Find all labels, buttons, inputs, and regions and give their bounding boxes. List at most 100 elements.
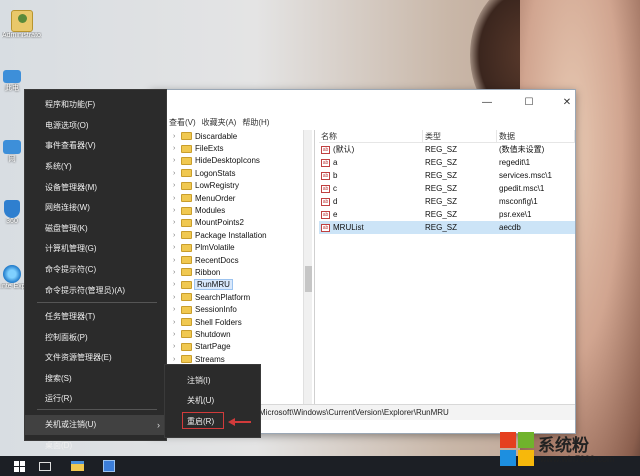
column-header-name[interactable]: 名称 bbox=[319, 130, 423, 142]
registry-values-list[interactable]: 名称 类型 数据 ab (默认) REG_SZ (数值未设置) ab a REG_SZ reg… bbox=[319, 130, 575, 404]
power-menu-item[interactable]: 程序和功能(F) bbox=[25, 95, 168, 115]
chevron-right-icon[interactable]: › bbox=[173, 319, 181, 326]
shut-down-item[interactable]: 关机(U) bbox=[165, 391, 262, 411]
close-button[interactable]: ✕ bbox=[557, 95, 577, 111]
chevron-right-icon[interactable]: › bbox=[173, 195, 181, 202]
menu-separator bbox=[37, 302, 157, 303]
chevron-right-icon[interactable]: › bbox=[173, 306, 181, 313]
power-menu-item[interactable]: 计算机管理(G) bbox=[25, 239, 168, 259]
tree-item[interactable]: › LogonStats bbox=[169, 167, 314, 179]
power-menu-item[interactable]: 系统(Y) bbox=[25, 157, 168, 177]
title-bar[interactable]: — ☐ ✕ bbox=[151, 90, 575, 118]
power-menu-item[interactable]: 控制面板(P) bbox=[25, 328, 168, 348]
value-row[interactable]: ab a REG_SZ regedit\1 bbox=[319, 156, 575, 169]
taskbar-registry-editor[interactable] bbox=[94, 456, 124, 476]
desktop-icon-internet-explorer[interactable]: Inte Exp bbox=[0, 265, 24, 290]
tree-item[interactable]: › SessionInfo bbox=[169, 303, 314, 315]
tree-item[interactable]: › Package Installation bbox=[169, 229, 314, 241]
taskbar-file-explorer[interactable] bbox=[62, 456, 92, 476]
power-menu-item-label: 关机或注销(U) bbox=[45, 420, 97, 429]
tree-item[interactable]: › Discardable bbox=[169, 130, 314, 142]
desktop-icon-this-pc[interactable]: 此电 bbox=[0, 70, 24, 93]
value-row[interactable]: ab e REG_SZ psr.exe\1 bbox=[319, 208, 575, 221]
tree-item[interactable]: › RunMRU bbox=[169, 279, 314, 291]
power-menu-item[interactable]: 命令提示符(C) bbox=[25, 260, 168, 280]
value-row[interactable]: ab b REG_SZ services.msc\1 bbox=[319, 169, 575, 182]
chevron-right-icon[interactable]: › bbox=[173, 356, 181, 363]
power-menu-item[interactable]: 桌面(D) bbox=[25, 436, 168, 456]
power-menu-item[interactable]: 文件资源管理器(E) bbox=[25, 348, 168, 368]
chevron-right-icon[interactable]: › bbox=[173, 343, 181, 350]
chevron-right-icon[interactable]: › bbox=[173, 232, 181, 239]
tree-item-label: HideDesktopIcons bbox=[195, 156, 260, 166]
network-icon bbox=[3, 140, 21, 154]
power-menu-item[interactable]: 事件查看器(V) bbox=[25, 136, 168, 156]
tree-scrollbar[interactable] bbox=[303, 130, 312, 404]
power-menu-item[interactable]: 命令提示符(管理员)(A) bbox=[25, 281, 168, 301]
tree-item[interactable]: › PlmVolatile bbox=[169, 242, 314, 254]
watermark-url: www.win7999.com bbox=[540, 454, 615, 464]
sign-out-item[interactable]: 注销(I) bbox=[165, 371, 262, 391]
power-menu-item[interactable]: 关机或注销(U) › bbox=[25, 415, 168, 435]
tree-item[interactable]: › LowRegistry bbox=[169, 180, 314, 192]
value-data-cell: msconfig\1 bbox=[499, 197, 538, 206]
tree-item[interactable]: › Shutdown bbox=[169, 328, 314, 340]
power-menu-item[interactable]: 电源选项(O) bbox=[25, 116, 168, 136]
chevron-right-icon[interactable]: › bbox=[173, 207, 181, 214]
menu-favorites[interactable]: 收藏夹(A) bbox=[202, 117, 237, 129]
chevron-right-icon[interactable]: › bbox=[173, 170, 181, 177]
tree-item[interactable]: › Ribbon bbox=[169, 266, 314, 278]
menu-help[interactable]: 帮助(H) bbox=[242, 117, 269, 129]
power-menu-item[interactable]: 设备管理器(M) bbox=[25, 178, 168, 198]
power-menu-item-label: 文件资源管理器(E) bbox=[45, 353, 112, 362]
chevron-right-icon[interactable]: › bbox=[173, 269, 181, 276]
tree-item[interactable]: › SearchPlatform bbox=[169, 291, 314, 303]
registry-key-tree[interactable]: › Discardable › FileExts › HideDesktopIcons › L… bbox=[169, 130, 315, 404]
tree-item[interactable]: › Modules bbox=[169, 204, 314, 216]
power-menu-item-label: 任务管理器(T) bbox=[45, 312, 96, 321]
desktop-icon-360[interactable]: 360 bbox=[0, 200, 24, 225]
tree-item[interactable]: › MenuOrder bbox=[169, 192, 314, 204]
chevron-right-icon[interactable]: › bbox=[173, 145, 181, 152]
chevron-right-icon[interactable]: › bbox=[173, 294, 181, 301]
menu-view[interactable]: 查看(V) bbox=[169, 117, 196, 129]
tree-item[interactable]: › StartPage bbox=[169, 341, 314, 353]
column-header-data[interactable]: 数据 bbox=[497, 130, 575, 142]
maximize-button[interactable]: ☐ bbox=[519, 95, 539, 111]
chevron-right-icon[interactable]: › bbox=[173, 331, 181, 338]
tree-item[interactable]: › RecentDocs bbox=[169, 254, 314, 266]
folder-icon bbox=[181, 132, 192, 141]
power-menu-item[interactable]: 任务管理器(T) bbox=[25, 307, 168, 327]
value-row[interactable]: ab c REG_SZ gpedit.msc\1 bbox=[319, 182, 575, 195]
folder-icon bbox=[70, 461, 84, 471]
tree-item-label: Package Installation bbox=[195, 230, 267, 240]
power-menu-item[interactable]: 网络连接(W) bbox=[25, 198, 168, 218]
column-header-type[interactable]: 类型 bbox=[423, 130, 497, 142]
chevron-right-icon[interactable]: › bbox=[173, 157, 181, 164]
tree-item[interactable]: › HideDesktopIcons bbox=[169, 155, 314, 167]
folder-icon bbox=[181, 355, 192, 364]
tree-item[interactable]: › Shell Folders bbox=[169, 316, 314, 328]
chevron-right-icon[interactable]: › bbox=[173, 281, 181, 288]
desktop-icon-administrator[interactable]: Administrato... bbox=[2, 10, 42, 39]
chevron-right-icon[interactable]: › bbox=[173, 244, 181, 251]
power-menu-item[interactable]: 搜索(S) bbox=[25, 369, 168, 389]
chevron-right-icon: › bbox=[157, 420, 160, 430]
chevron-right-icon[interactable]: › bbox=[173, 182, 181, 189]
scrollbar-thumb[interactable] bbox=[305, 266, 312, 292]
tree-item-label: LogonStats bbox=[195, 168, 236, 178]
desktop-icon-network[interactable]: 网 bbox=[0, 140, 24, 164]
minimize-button[interactable]: — bbox=[477, 95, 497, 111]
task-view-button[interactable] bbox=[30, 456, 60, 476]
chevron-right-icon[interactable]: › bbox=[173, 133, 181, 140]
tree-item[interactable]: › FileExts bbox=[169, 142, 314, 154]
value-row[interactable]: ab MRUList REG_SZ aecdb bbox=[319, 221, 575, 234]
chevron-right-icon[interactable]: › bbox=[173, 257, 181, 264]
tree-item[interactable]: › MountPoints2 bbox=[169, 217, 314, 229]
chevron-right-icon[interactable]: › bbox=[173, 219, 181, 226]
value-row[interactable]: ab (默认) REG_SZ (数值未设置) bbox=[319, 143, 575, 156]
tree-item-label: MountPoints2 bbox=[195, 218, 244, 228]
power-menu-item[interactable]: 运行(R) bbox=[25, 389, 168, 409]
value-row[interactable]: ab d REG_SZ msconfig\1 bbox=[319, 195, 575, 208]
power-menu-item[interactable]: 磁盘管理(K) bbox=[25, 219, 168, 239]
